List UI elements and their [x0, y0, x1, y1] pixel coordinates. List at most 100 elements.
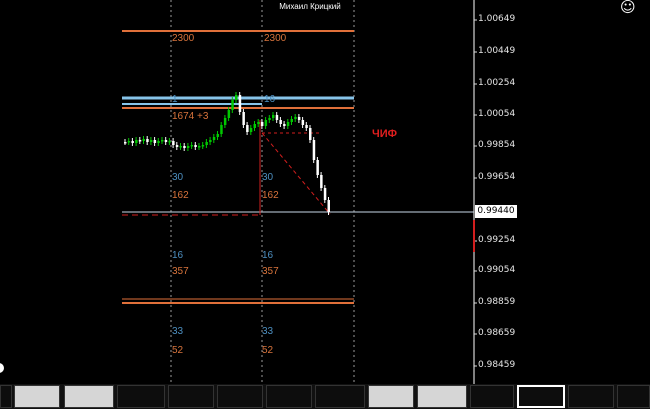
thumbnail[interactable] [0, 385, 12, 408]
candle-body [201, 145, 205, 147]
candle-body [320, 175, 323, 188]
current-price-tag: 0.99440 [475, 205, 517, 218]
candle-body [124, 142, 127, 144]
price-label: 1.00254 [478, 78, 516, 88]
price-label: 0.99854 [478, 140, 516, 150]
price-label: 1.00649 [478, 14, 516, 24]
level-label: 16 [172, 250, 184, 261]
level-label: 2300 [172, 33, 195, 44]
thumbnail[interactable] [470, 385, 514, 408]
thumbnail[interactable] [368, 385, 414, 408]
candle-body [290, 119, 293, 122]
candle-body [260, 122, 264, 126]
level-label: 16 [262, 250, 274, 261]
thumbnail-strip [0, 384, 650, 409]
candle-body [305, 125, 308, 128]
candle-body [168, 141, 171, 143]
candle-body [220, 125, 223, 134]
level-label: 52 [262, 345, 274, 356]
candle-body [316, 160, 319, 175]
level-label: 357 [172, 266, 189, 277]
candle-body [286, 122, 290, 126]
candle-body [301, 120, 305, 125]
candle-body [238, 95, 242, 112]
candle-body [179, 146, 182, 148]
candle-body [227, 110, 231, 118]
candle-body [153, 140, 157, 143]
candlesticks [124, 92, 330, 215]
annotation-text: ЧИФ [372, 128, 398, 140]
thumbnail[interactable] [217, 385, 263, 408]
level-label: 33 [262, 326, 274, 337]
thumbnail[interactable] [117, 385, 165, 408]
candle-body [257, 122, 260, 124]
thumbnail-selected[interactable] [517, 385, 565, 408]
candle-body [175, 145, 179, 147]
thumbnail[interactable] [168, 385, 214, 408]
candle-body [190, 145, 194, 147]
candle-body [275, 115, 279, 120]
candle-body [223, 118, 227, 125]
candle-body [164, 140, 168, 142]
price-chart[interactable] [0, 0, 650, 384]
level-label: 1674 +3 [172, 111, 209, 122]
candle-body [264, 120, 268, 126]
candle-body [294, 117, 297, 119]
candle-body [253, 124, 256, 128]
thumbnail[interactable] [64, 385, 114, 408]
thumbnail[interactable] [568, 385, 614, 408]
candle-body [209, 140, 212, 142]
level-label: 357 [262, 266, 279, 277]
price-label: 1.00449 [478, 46, 516, 56]
candle-body [272, 115, 275, 118]
candle-body [242, 112, 245, 125]
level-label: 30 [172, 172, 184, 183]
thumbnail[interactable] [266, 385, 312, 408]
level-label: 162 [262, 190, 279, 201]
candle-body [216, 134, 219, 137]
thumbnail[interactable] [14, 385, 60, 408]
level-label: 1 [172, 94, 178, 105]
level-label: 52 [172, 345, 184, 356]
level-label: 162 [172, 190, 189, 201]
candle-body [131, 141, 134, 143]
candle-body [127, 141, 131, 143]
candle-body [146, 139, 149, 142]
candle-body [149, 140, 153, 142]
smiley-icon[interactable]: ☺ [620, 0, 636, 16]
level-label: 2300 [264, 33, 287, 44]
candle-body [142, 139, 145, 141]
thumbnail[interactable] [315, 385, 365, 408]
level-label: 33 [172, 326, 184, 337]
candle-body [323, 188, 327, 200]
candle-body [157, 141, 160, 143]
candle-body [212, 137, 216, 140]
candle-body [194, 145, 197, 147]
price-label: 0.98859 [478, 297, 516, 307]
candle-body [161, 140, 164, 142]
candle-body [183, 146, 186, 148]
price-label: 1.00054 [478, 109, 516, 119]
candle-body [135, 140, 138, 143]
candle-body [268, 118, 271, 120]
candle-body [186, 146, 190, 148]
price-label: 0.99654 [478, 172, 516, 182]
thumbnail[interactable] [417, 385, 467, 408]
candle-body [205, 142, 208, 145]
candle-body [279, 120, 282, 124]
candle-body [235, 95, 238, 100]
candle-body [198, 146, 201, 148]
thumbnail[interactable] [617, 385, 650, 408]
candle-body [309, 128, 312, 140]
candle-body [172, 141, 175, 145]
candle-body [312, 140, 316, 160]
candle-body [283, 124, 286, 126]
level-label: 16 [264, 94, 276, 105]
price-label: 0.99054 [478, 265, 516, 275]
candle-body [297, 117, 301, 120]
price-label: 0.98459 [478, 360, 516, 370]
axis-red-marker [473, 220, 475, 252]
candle-body [246, 125, 249, 132]
candle-body [327, 200, 330, 212]
candle-body [231, 100, 234, 110]
